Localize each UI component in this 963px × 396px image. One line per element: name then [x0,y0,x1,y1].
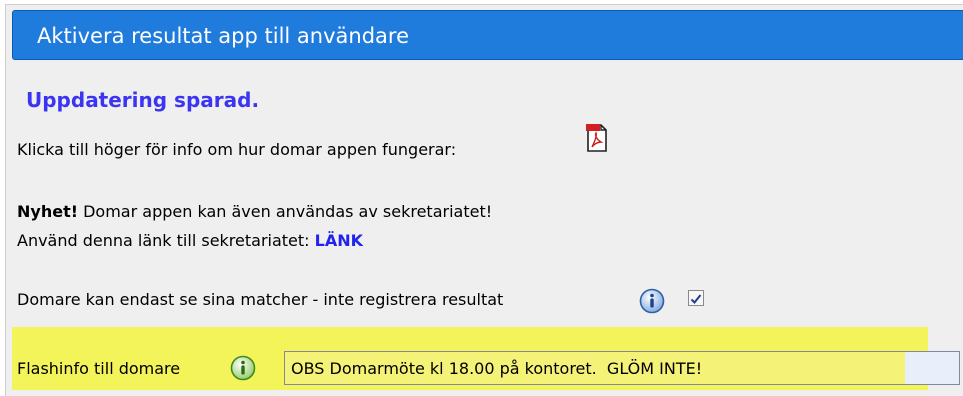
restriction-checkbox[interactable] [688,290,704,306]
status-message: Uppdatering sparad. [26,88,260,112]
link-prefix: Använd denna länk till sekretariatet: [17,231,315,250]
info-text: Klicka till höger för info om hur domar … [17,140,457,159]
restriction-label: Domare kan endast se sina matcher - inte… [17,290,504,309]
secretariat-link[interactable]: LÄNK [315,231,363,250]
news-label: Nyhet! [17,202,79,221]
news-line: Nyhet! Domar appen kan även användas av … [17,202,492,222]
info-icon[interactable] [639,288,665,314]
flashinfo-input[interactable] [284,351,960,385]
pdf-icon[interactable] [586,123,608,153]
section-header: Aktivera resultat app till användare [12,10,963,60]
news-text: Domar appen kan även användas av sekreta… [78,202,493,221]
info-icon[interactable] [230,355,256,381]
checkmark-icon [690,294,702,304]
flashinfo-label: Flashinfo till domare [17,359,181,378]
section-title: Aktivera resultat app till användare [37,24,410,48]
link-line: Använd denna länk till sekretariatet: LÄ… [17,231,363,251]
